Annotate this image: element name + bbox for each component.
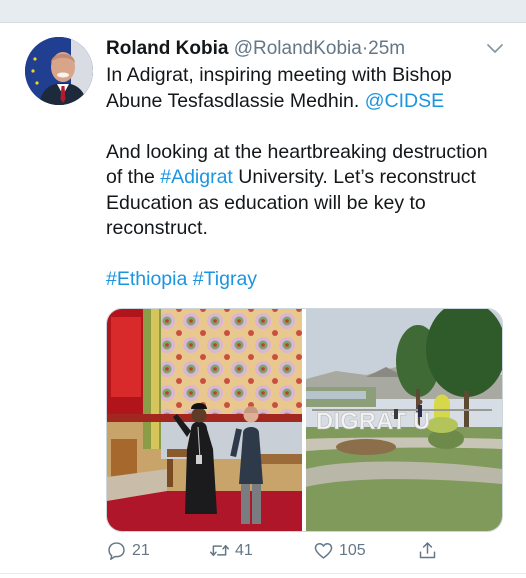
church-meeting-image bbox=[107, 309, 302, 531]
reply-button[interactable]: 21 bbox=[106, 540, 150, 561]
chevron-down-icon[interactable] bbox=[484, 37, 506, 59]
share-button[interactable] bbox=[417, 540, 438, 561]
hashtag-link[interactable]: #Tigray bbox=[193, 268, 257, 290]
like-button[interactable]: 105 bbox=[313, 540, 366, 561]
media-photo-university[interactable]: DIGRAT U bbox=[306, 309, 502, 531]
tweet-actions: 21 41 105 bbox=[106, 540, 506, 564]
media-photo-church[interactable] bbox=[107, 309, 302, 531]
tweet-text: In Adigrat, inspiring meeting with Bisho… bbox=[106, 63, 506, 293]
tweet-paragraph-3: #Ethiopia #Tigray bbox=[106, 267, 506, 293]
retweet-icon bbox=[210, 544, 229, 557]
tweet-paragraph-1: In Adigrat, inspiring meeting with Bisho… bbox=[106, 63, 506, 114]
tweet-card[interactable]: Roland Kobia @RolandKobia·25m In Adigrat… bbox=[0, 23, 526, 578]
like-count: 105 bbox=[339, 541, 366, 559]
timestamp[interactable]: 25m bbox=[368, 38, 405, 59]
hashtag-link[interactable]: #Adigrat bbox=[160, 166, 233, 188]
share-icon bbox=[419, 542, 436, 559]
author-handle[interactable]: @RolandKobia bbox=[234, 38, 362, 59]
university-ruins-image: DIGRAT U bbox=[306, 309, 502, 531]
tweet-header: Roland Kobia @RolandKobia·25m bbox=[106, 37, 405, 61]
reply-count: 21 bbox=[132, 541, 150, 559]
tweet-paragraph-2: And looking at the heartbreaking destruc… bbox=[106, 140, 506, 242]
timeline-divider bbox=[0, 0, 526, 23]
timeline-divider bbox=[0, 573, 526, 574]
author-name[interactable]: Roland Kobia bbox=[106, 38, 228, 59]
reply-icon bbox=[108, 542, 125, 560]
media-gallery: DIGRAT U bbox=[106, 308, 503, 532]
mention-link[interactable]: @CIDSE bbox=[365, 90, 444, 112]
hashtag-link[interactable]: #Ethiopia bbox=[106, 268, 187, 290]
avatar-image bbox=[25, 37, 93, 105]
avatar[interactable] bbox=[25, 37, 93, 105]
heart-icon bbox=[314, 543, 333, 559]
retweet-button[interactable]: 41 bbox=[209, 540, 253, 561]
signage-text: DIGRAT U bbox=[316, 408, 430, 435]
retweet-count: 41 bbox=[235, 541, 253, 559]
